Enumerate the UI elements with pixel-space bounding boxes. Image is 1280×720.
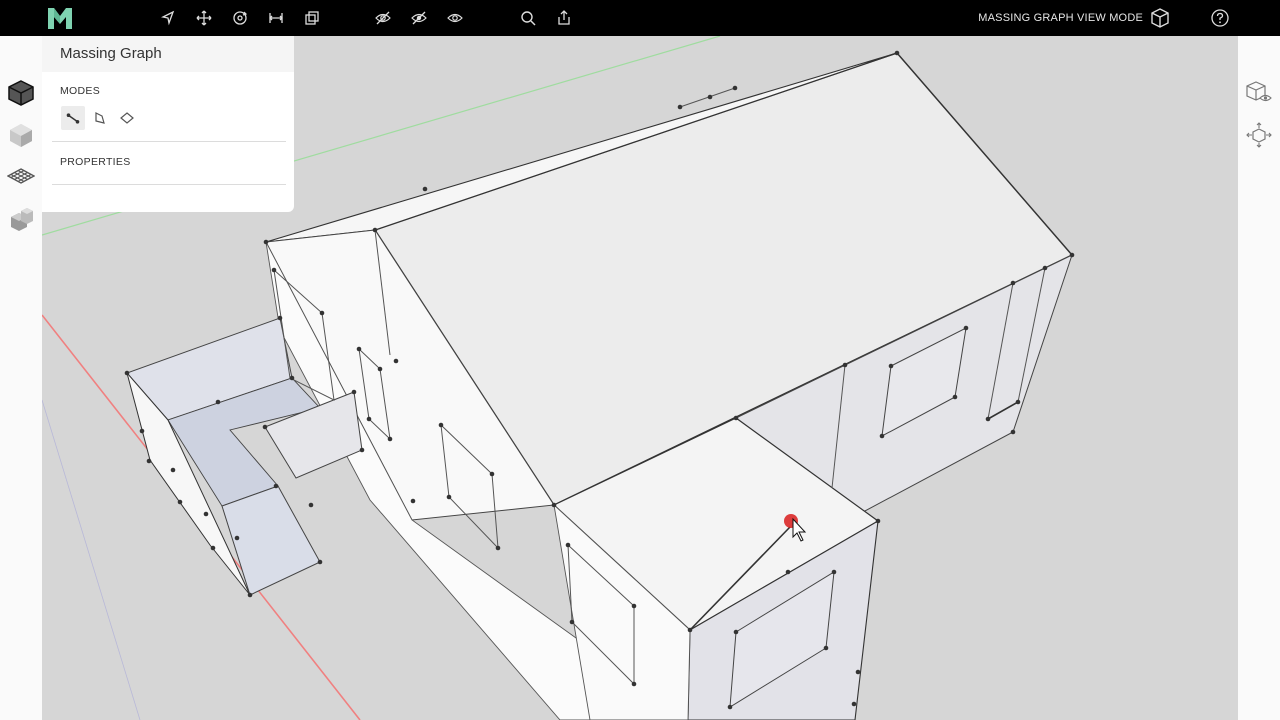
app-logo[interactable] xyxy=(46,5,74,31)
panel-title: Massing Graph xyxy=(60,45,162,62)
measure-icon[interactable] xyxy=(265,7,287,29)
show-all-icon[interactable] xyxy=(444,7,466,29)
building-blocks-icon[interactable] xyxy=(6,204,36,234)
fit-view-icon[interactable] xyxy=(1244,120,1274,150)
massing-graph-panel: Massing Graph MODES PROPERTIES xyxy=(42,36,294,212)
z-axis-line xyxy=(42,399,141,720)
move-icon[interactable] xyxy=(193,7,215,29)
view-cube-visibility-icon[interactable] xyxy=(1244,78,1274,108)
grid-plane-icon[interactable] xyxy=(6,162,36,192)
section-divider xyxy=(52,141,286,142)
solid-cube-icon[interactable] xyxy=(6,120,36,150)
left-tool-rail xyxy=(0,36,42,720)
hide-icon[interactable] xyxy=(372,7,394,29)
plane-mode-icon[interactable] xyxy=(115,106,139,130)
view-mode-label: MASSING GRAPH VIEW MODE xyxy=(978,12,1143,24)
cube-outline-icon[interactable] xyxy=(1150,7,1170,29)
isolate-icon[interactable] xyxy=(408,7,430,29)
face-mode-icon[interactable] xyxy=(88,106,112,130)
select-arrow-icon[interactable] xyxy=(157,7,179,29)
share-icon[interactable] xyxy=(553,7,575,29)
modes-label: MODES xyxy=(60,85,101,97)
search-icon[interactable] xyxy=(517,7,539,29)
top-toolbar: MASSING GRAPH VIEW MODE xyxy=(0,0,1280,36)
massing-graph-icon[interactable] xyxy=(6,78,36,108)
panel-header: Massing Graph xyxy=(42,36,294,72)
right-tool-rail xyxy=(1238,36,1280,720)
orbit-icon[interactable] xyxy=(229,7,251,29)
section-box-icon[interactable] xyxy=(301,7,323,29)
properties-label: PROPERTIES xyxy=(60,156,131,168)
edge-mode-icon[interactable] xyxy=(61,106,85,130)
section-divider xyxy=(52,184,286,185)
help-icon[interactable] xyxy=(1210,8,1230,28)
